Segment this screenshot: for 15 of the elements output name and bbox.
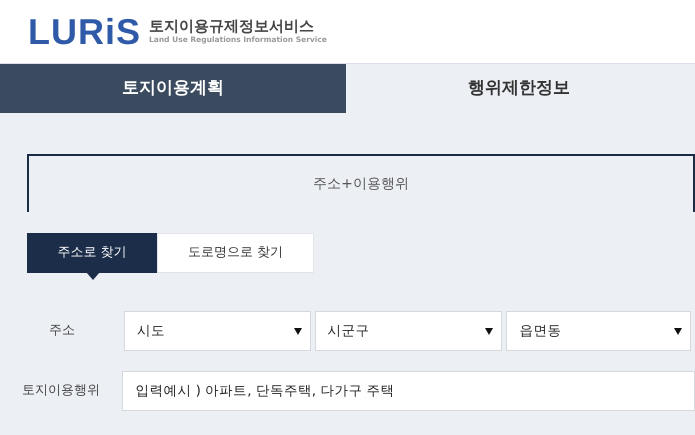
- caret-icon: [485, 328, 494, 334]
- select-field[interactable]: 시도: [124, 311, 311, 351]
- select-field[interactable]: 시군구: [314, 311, 502, 351]
- input-field[interactable]: 입력예시 ) 아파트, 단독주택, 다가구 주택: [122, 371, 695, 411]
- site-title: 토지이용규제정보서비스: [149, 18, 315, 34]
- tab-pointer: [86, 272, 100, 280]
- section-title: 주소+이용행위: [313, 174, 409, 194]
- field-label: 주소: [48, 322, 76, 340]
- caret-icon: [294, 328, 302, 334]
- search-tab[interactable]: 도로명으로 찾기: [157, 233, 314, 273]
- logo[interactable]: LURiS: [28, 14, 141, 50]
- field-label: 토지이용행위: [21, 382, 102, 400]
- main-tab[interactable]: 토지이용계획: [0, 64, 346, 113]
- select-field[interactable]: 읍면동: [506, 311, 691, 351]
- caret-icon: [674, 328, 682, 334]
